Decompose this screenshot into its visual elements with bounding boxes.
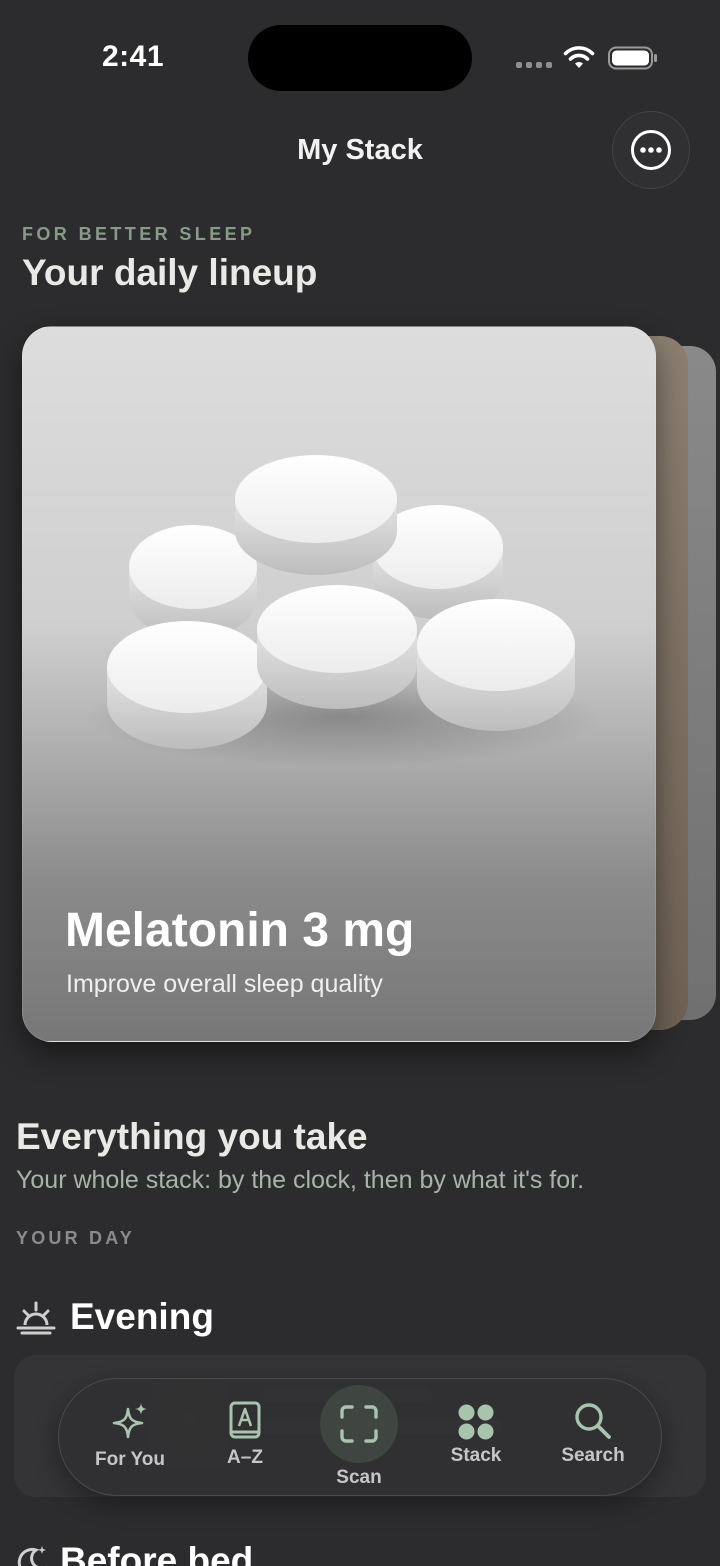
sparkles-icon [112, 1403, 147, 1439]
your-day-label: YOUR DAY [16, 1228, 135, 1248]
tab-search[interactable]: Search [549, 1379, 637, 1497]
sunset-icon [16, 1301, 56, 1335]
status-bar: 2:41 [0, 0, 720, 110]
pills-image [83, 455, 603, 767]
everything-subtitle: Your whole stack: by the clock, then by … [16, 1166, 585, 1194]
supplement-card[interactable]: Melatonin 3 mg Improve overall sleep qua… [22, 326, 656, 1042]
tab-label: Search [561, 1445, 625, 1466]
supplement-goal: Improve overall sleep quality [66, 970, 383, 998]
status-time: 2:41 [102, 40, 165, 73]
tab-label: Scan [336, 1467, 382, 1488]
tab-label: For You [94, 1449, 166, 1470]
lineup-title: Your daily lineup [22, 252, 318, 293]
search-icon [575, 1403, 611, 1439]
tab-a-z[interactable]: A–Z [209, 1379, 281, 1497]
evening-header: Evening [16, 1296, 214, 1338]
evening-label: Evening [70, 1296, 214, 1337]
more-options-button[interactable] [612, 111, 690, 189]
cellular-signal-icon [516, 62, 552, 70]
tab-bar: For You A–Z Scan Stack Search [58, 1378, 662, 1496]
grid-dots-icon [458, 1404, 494, 1440]
tab-for-you[interactable]: For You [83, 1379, 177, 1497]
book-a-icon [229, 1401, 261, 1439]
tab-scan[interactable]: Scan [309, 1379, 409, 1497]
battery-icon [608, 46, 657, 70]
scan-button-circle [320, 1385, 398, 1463]
ellipsis-circle-icon [631, 130, 671, 170]
scan-icon [340, 1405, 378, 1443]
tab-label: A–Z [227, 1447, 263, 1468]
supplement-name: Melatonin 3 mg [65, 904, 415, 957]
dynamic-island [248, 25, 472, 91]
moon-stars-icon [17, 1546, 47, 1566]
wifi-icon [563, 46, 595, 68]
tab-stack[interactable]: Stack [441, 1379, 511, 1497]
before-bed-label: Before bed [60, 1540, 254, 1566]
everything-title: Everything you take [16, 1116, 368, 1157]
lineup-eyebrow: FOR BETTER SLEEP [22, 224, 256, 244]
tab-label: Stack [450, 1445, 502, 1466]
before-bed-header: Before bed [16, 1540, 253, 1566]
